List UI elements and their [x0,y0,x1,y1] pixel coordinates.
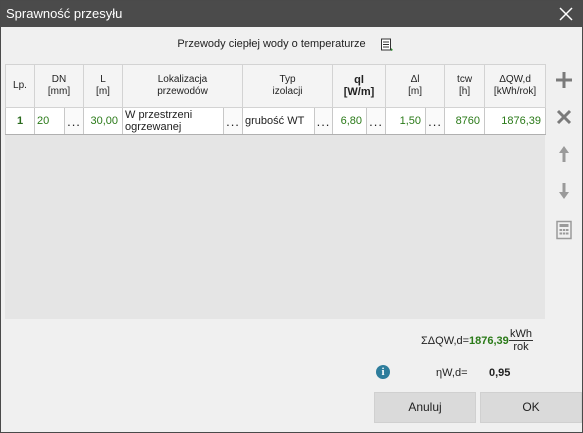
header-tcw-label: tcw [457,74,473,85]
header-dl-unit: [m] [408,86,422,97]
header-dn-unit: [mm] [47,86,71,97]
efficiency-label: ηW,d= [436,367,468,379]
location-line2: ogrzewanej [125,121,182,133]
ql-cell[interactable]: 6,80 [332,107,368,135]
location-line1: W przestrzeni [125,109,193,121]
header-lokalizacja: Lokalizacja przewodów [122,64,243,108]
header-typ-label2: izolacji [272,86,303,97]
calculator-icon[interactable] [554,220,574,240]
header-tcw: tcw [h] [444,64,486,108]
header-lokalizacja-label: Lokalizacja [157,74,208,85]
dialog-window: Sprawność przesyłu Przewody ciepłej wody… [0,0,583,433]
header-ql-label: ql [354,74,364,86]
header-dqw-unit: [kWh/rok] [493,86,537,97]
location-picker-button[interactable]: ... [223,107,243,135]
dqw-cell: 1876,39 [484,107,547,135]
sum-unit: kWh rok [509,328,533,353]
sum-unit-numerator: kWh [509,328,533,341]
header-typ: Typ izolacji [241,64,334,108]
header-ql: ql [W/m] [332,64,387,108]
table-row[interactable]: 1 20 ... 30,00 W przestrzeni ogrzewanej .… [5,107,547,135]
header-dl-label: Δl [410,74,420,85]
title-bar: Sprawność przesyłu [1,1,582,27]
header-dn: DN [mm] [34,64,84,108]
tcw-cell[interactable]: 8760 [444,107,486,135]
dn-cell[interactable]: 20 [34,107,65,135]
header-dn-label: DN [51,74,67,85]
header-dqw-label: ΔQW,d [499,74,531,85]
insulation-picker-button[interactable]: ... [313,107,334,135]
ql-picker-button[interactable]: ... [366,107,387,135]
header-typ-label: Typ [279,74,296,85]
window-title: Sprawność przesyłu [6,6,123,21]
dl-picker-button[interactable]: ... [425,107,446,135]
plus-icon[interactable] [554,70,574,90]
header-lp-label: Lp. [13,80,27,91]
sum-label: ΣΔQW,d= [421,335,470,347]
insulation-type-cell[interactable]: grubość WT [242,107,315,135]
header-tcw-unit: [h] [458,86,471,97]
efficiency-value: 0,95 [489,367,511,379]
pipes-table: Lp. DN [mm] L [m] Lokalizacja przewodów Typ… [5,64,547,319]
info-icon[interactable]: i [376,365,390,379]
section-subtitle: Przewody ciepłej wody o temperaturze [177,38,366,50]
dl-cell[interactable]: 1,50 [385,107,427,135]
cancel-button[interactable]: Anuluj [374,392,476,423]
x-icon[interactable] [554,107,574,127]
table-header-row: Lp. DN [mm] L [m] Lokalizacja przewodów Typ… [5,64,547,108]
close-icon[interactable] [556,4,576,24]
document-icon[interactable] [380,38,394,52]
efficiency-display: i ηW,d= 0,95 [375,364,525,384]
arrow-down-icon[interactable] [554,181,574,201]
header-dl: Δl [m] [385,64,446,108]
dialog-content: Przewody ciepłej wody o temperaturze Lp.… [1,27,582,432]
location-cell[interactable]: W przestrzeni ogrzewanej [122,107,224,135]
sum-value: 1876,39 [469,335,509,347]
header-l: L [m] [83,64,123,108]
sum-unit-denominator: rok [513,341,529,353]
header-lp: Lp. [5,64,35,108]
row-number[interactable]: 1 [5,107,35,135]
header-lokalizacja-label2: przewodów [157,86,208,97]
arrow-up-icon[interactable] [554,144,574,164]
header-l-label: L [100,74,106,85]
header-ql-unit: [W/m] [343,86,375,98]
sum-display: ΣΔQW,d= 1876,39 kWh rok [399,327,549,357]
ok-button[interactable]: OK [480,392,582,423]
header-dqw: ΔQW,d [kWh/rok] [484,64,547,108]
header-l-unit: [m] [96,86,110,97]
length-cell[interactable]: 30,00 [83,107,123,135]
dn-picker-button[interactable]: ... [64,107,84,135]
